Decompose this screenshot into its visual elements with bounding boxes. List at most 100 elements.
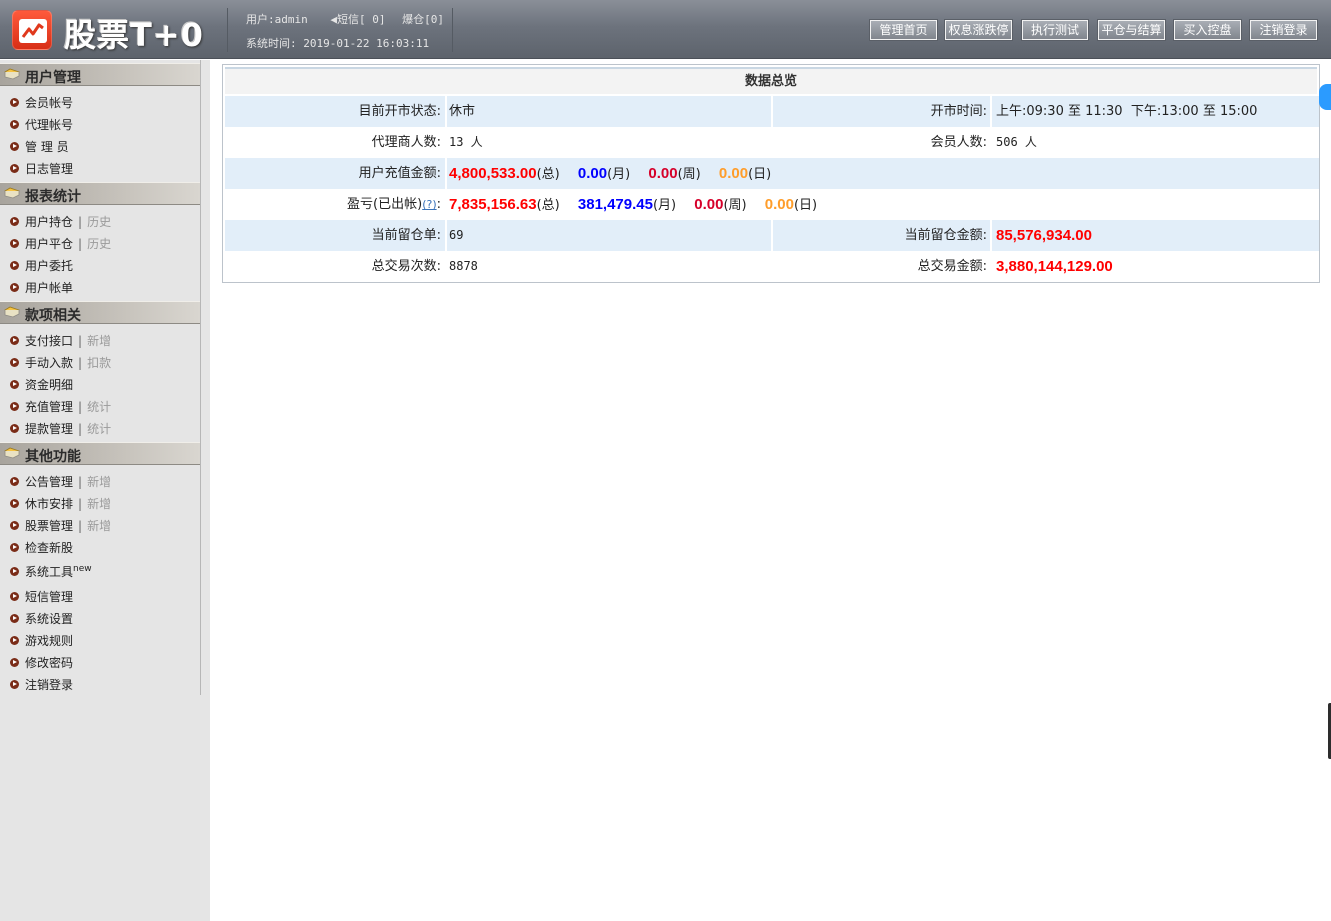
top-header: 股票T+0 用户:admin ◀短信[ 0] 爆仓[0] 系统时间: 2019-… — [0, 0, 1331, 59]
trade-amount-value: 3,880,144,129.00 — [996, 251, 1113, 282]
members-label: 会员人数: — [930, 135, 987, 150]
item-label: 注销登录 — [25, 678, 74, 692]
sub-link-history[interactable]: 历史 — [87, 237, 111, 251]
open-amount-label: 当前留仓金额: — [904, 228, 987, 243]
sidebar-item-fund-details[interactable]: 资金明细 — [10, 376, 73, 394]
trade-amount-label: 总交易金额: — [917, 259, 987, 274]
open-orders-label: 当前留仓单: — [371, 228, 441, 243]
recharge-day: 0.00 — [718, 165, 749, 182]
sub-link-add[interactable]: 新增 — [87, 519, 111, 533]
unit-label: (日) — [748, 167, 772, 182]
unit-label: (总) — [536, 198, 560, 213]
nav-settle-button[interactable]: 平仓与结算 — [1098, 20, 1165, 40]
nav-price-limit-button[interactable]: 权息涨跌停 — [945, 20, 1012, 40]
sub-link-add[interactable]: 新增 — [87, 497, 111, 511]
sidebar-item-manual-deposit[interactable]: 手动入款 | 扣款 — [10, 354, 111, 372]
section-payments[interactable]: 款项相关 — [0, 301, 200, 324]
sidebar-item-stocks[interactable]: 股票管理 | 新增 — [10, 517, 111, 535]
section-title: 报表统计 — [25, 189, 81, 205]
sub-link-add[interactable]: 新增 — [87, 334, 111, 348]
sub-link-add[interactable]: 新增 — [87, 475, 111, 489]
section-user-management[interactable]: 用户管理 — [0, 63, 200, 86]
bullet-icon — [10, 358, 19, 367]
unit-label: (总) — [536, 167, 560, 182]
nav-buy-control-button[interactable]: 买入控盘 — [1174, 20, 1241, 40]
item-label: 手动入款 — [25, 356, 74, 370]
sidebar-item-settings[interactable]: 系统设置 — [10, 610, 73, 628]
item-label: 支付接口 — [25, 334, 74, 348]
sidebar-item-member-accounts[interactable]: 会员帐号 — [10, 94, 73, 112]
sidebar-item-market-holidays[interactable]: 休市安排 | 新增 — [10, 495, 111, 513]
item-label: 日志管理 — [25, 162, 74, 176]
sidebar-item-admins[interactable]: 管 理 员 — [10, 138, 69, 156]
section-reports[interactable]: 报表统计 — [0, 182, 200, 205]
members-value: 506 人 — [996, 135, 1037, 149]
sidebar-item-logs[interactable]: 日志管理 — [10, 160, 73, 178]
sidebar-item-withdraw[interactable]: 提款管理 | 统计 — [10, 420, 111, 438]
bullet-icon — [10, 239, 19, 248]
bullet-icon — [10, 98, 19, 107]
sidebar-item-logout[interactable]: 注销登录 — [10, 676, 73, 694]
header-divider — [452, 8, 453, 52]
item-label: 修改密码 — [25, 656, 74, 670]
chart-logo-icon — [19, 19, 47, 43]
bullet-icon — [10, 164, 19, 173]
item-label: 代理帐号 — [25, 118, 74, 132]
bullet-icon — [10, 543, 19, 552]
sidebar-item-payment-api[interactable]: 支付接口 | 新增 — [10, 332, 111, 350]
open-amount-number: 85,576,934.00 — [996, 227, 1092, 244]
sub-link-stats[interactable]: 统计 — [87, 400, 111, 414]
item-label: 用户帐单 — [25, 281, 74, 295]
sidebar-item-orders[interactable]: 用户委托 — [10, 257, 73, 275]
item-label: 短信管理 — [25, 590, 74, 604]
item-label: 检查新股 — [25, 541, 74, 555]
sidebar-item-closed-positions[interactable]: 用户平仓 | 历史 — [10, 235, 111, 253]
trade-amount-number: 3,880,144,129.00 — [996, 258, 1113, 275]
item-label: 游戏规则 — [25, 634, 74, 648]
sub-link-stats[interactable]: 统计 — [87, 422, 111, 436]
sub-link-history[interactable]: 历史 — [87, 215, 111, 229]
item-label: 管 理 员 — [25, 140, 69, 154]
open-time-label: 开市时间: — [930, 104, 987, 119]
nav-home-button[interactable]: 管理首页 — [870, 20, 937, 40]
folder-icon — [4, 447, 20, 459]
recharge-total: 4,800,533.00 — [449, 165, 537, 182]
section-other[interactable]: 其他功能 — [0, 442, 200, 465]
sidebar-item-check-ipo[interactable]: 检查新股 — [10, 539, 73, 557]
blowup-link[interactable]: 爆仓[0] — [402, 13, 444, 26]
sidebar-item-positions[interactable]: 用户持仓 | 历史 — [10, 213, 111, 231]
sidebar-item-bills[interactable]: 用户帐单 — [10, 279, 73, 297]
agents-label: 代理商人数: — [371, 135, 441, 150]
header-divider — [227, 8, 228, 52]
sidebar-item-agent-accounts[interactable]: 代理帐号 — [10, 116, 73, 134]
sidebar-item-game-rules[interactable]: 游戏规则 — [10, 632, 73, 650]
bullet-icon — [10, 680, 19, 689]
pnl-label-cell: 盈亏(已出帐)(?): — [347, 197, 441, 212]
sidebar-item-system-tools[interactable]: 系统工具new — [10, 563, 92, 581]
bullet-icon — [10, 283, 19, 292]
sidebar-item-announcements[interactable]: 公告管理 | 新增 — [10, 473, 111, 491]
folder-icon — [4, 306, 20, 318]
bullet-icon — [10, 592, 19, 601]
open-orders-value: 69 — [449, 228, 464, 242]
bullet-icon — [10, 142, 19, 151]
sidebar-item-sms[interactable]: 短信管理 — [10, 588, 73, 606]
table-row: 用户充值金额: 4,800,533.00(总) 0.00(月) 0.00(周) … — [225, 158, 1319, 189]
bullet-icon — [10, 261, 19, 270]
item-label: 会员帐号 — [25, 96, 74, 110]
pnl-label: 盈亏(已出帐) — [347, 197, 423, 212]
item-label: 公告管理 — [25, 475, 74, 489]
side-float-tab[interactable] — [1319, 84, 1331, 110]
sidebar-item-recharge[interactable]: 充值管理 | 统计 — [10, 398, 111, 416]
sidebar-item-change-password[interactable]: 修改密码 — [10, 654, 73, 672]
sidebar-menu: 用户管理 会员帐号 代理帐号 管 理 员 日志管理 报表统计 用户持仓 | 历史 用… — [0, 60, 201, 695]
header-user-info: 用户:admin ◀短信[ 0] 爆仓[0] — [246, 11, 444, 27]
sms-link[interactable]: 短信[ 0] — [337, 13, 386, 26]
nav-run-test-button[interactable]: 执行测试 — [1022, 20, 1088, 40]
pnl-help-link[interactable]: (?) — [422, 198, 436, 211]
item-label: 休市安排 — [25, 497, 74, 511]
unit-label: (月) — [652, 198, 677, 213]
trades-label: 总交易次数: — [371, 259, 441, 274]
sub-link-deduct[interactable]: 扣款 — [87, 356, 111, 370]
nav-logout-button[interactable]: 注销登录 — [1250, 20, 1317, 40]
